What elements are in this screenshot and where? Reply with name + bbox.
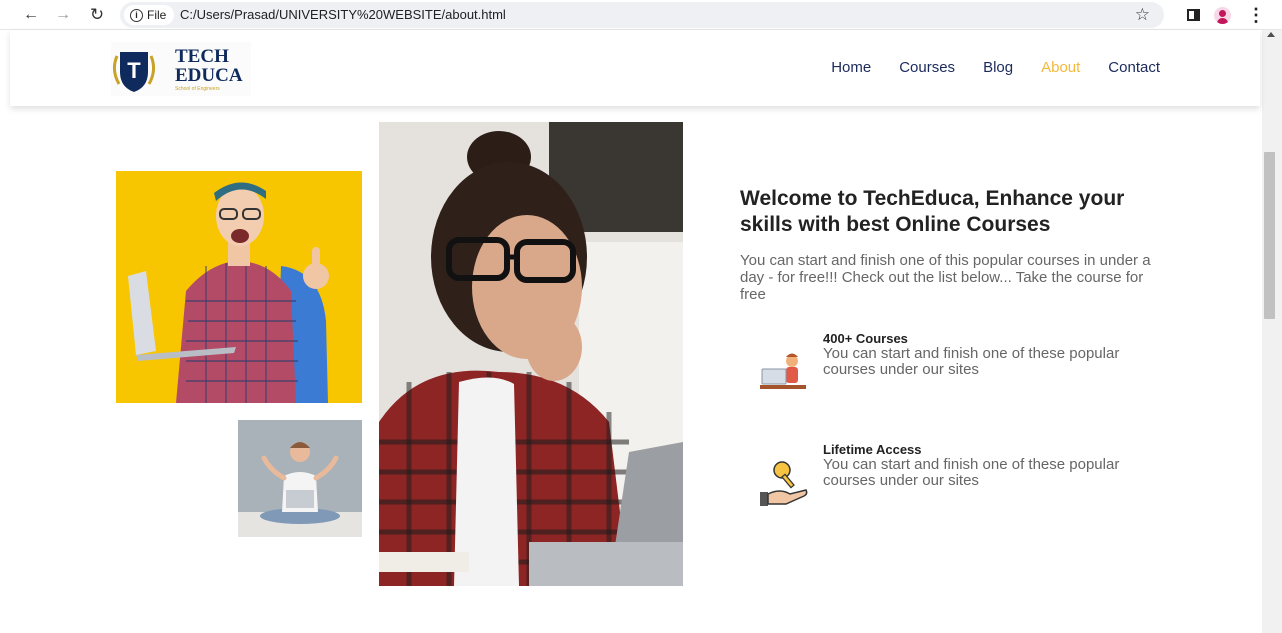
svg-text:T: T	[127, 58, 141, 83]
scroll-thumb[interactable]	[1264, 152, 1275, 319]
back-arrow-icon[interactable]: ←	[20, 4, 42, 26]
logo-graphic: T TECH EDUCA School of Engineers	[111, 42, 251, 96]
nav-courses[interactable]: Courses	[899, 59, 955, 76]
side-panel-icon[interactable]	[1183, 5, 1203, 25]
site-info-label: File	[147, 8, 167, 22]
svg-text:EDUCA: EDUCA	[175, 65, 243, 86]
address-bar[interactable]: i File C:/Users/Prasad/UNIVERSITY%20WEBS…	[120, 2, 1164, 28]
reload-icon[interactable]: ↻	[86, 4, 108, 26]
profile-avatar-icon[interactable]	[1212, 5, 1232, 25]
nav-home[interactable]: Home	[831, 59, 871, 76]
feature-description: You can start and finish one of these po…	[823, 456, 1120, 489]
about-heading: Welcome to TechEduca, Enhance your skill…	[740, 187, 1125, 236]
svg-text:TECH: TECH	[175, 46, 229, 67]
browser-toolbar: ← → ↻ i File C:/Users/Prasad/UNIVERSITY%…	[0, 0, 1282, 30]
info-icon: i	[130, 8, 143, 22]
feature-title: 400+ Courses	[823, 331, 908, 346]
site-header: T TECH EDUCA School of Engineers Home Co…	[10, 30, 1260, 106]
key-hand-icon	[760, 458, 808, 508]
bookmark-star-icon[interactable]: ☆	[1135, 5, 1150, 25]
man-laptop-photo	[238, 420, 362, 537]
student-photo	[116, 171, 362, 403]
url-text[interactable]: C:/Users/Prasad/UNIVERSITY%20WEBSITE/abo…	[180, 7, 506, 22]
about-content: Welcome to TechEduca, Enhance your skill…	[740, 186, 1160, 303]
about-intro: You can start and finish one of this pop…	[740, 252, 1151, 303]
nav-blog[interactable]: Blog	[983, 59, 1013, 76]
site-logo[interactable]: T TECH EDUCA School of Engineers	[111, 42, 251, 96]
woman-laptop-photo	[379, 122, 683, 586]
main-nav: Home Courses Blog About Contact	[831, 59, 1160, 76]
svg-text:School of Engineers: School of Engineers	[175, 86, 220, 92]
feature-description: You can start and finish one of these po…	[823, 345, 1120, 378]
nav-contact[interactable]: Contact	[1108, 59, 1160, 76]
site-info-chip[interactable]: i File	[124, 5, 175, 25]
student-laptop-icon	[760, 347, 808, 397]
feature-title: Lifetime Access	[823, 442, 922, 457]
page-scrollbar[interactable]	[1262, 30, 1282, 633]
scroll-up-arrow-icon[interactable]	[1267, 32, 1275, 37]
nav-about[interactable]: About	[1041, 59, 1080, 76]
forward-arrow-icon[interactable]: →	[52, 4, 74, 26]
more-menu-icon[interactable]: ⋮	[1246, 5, 1266, 25]
